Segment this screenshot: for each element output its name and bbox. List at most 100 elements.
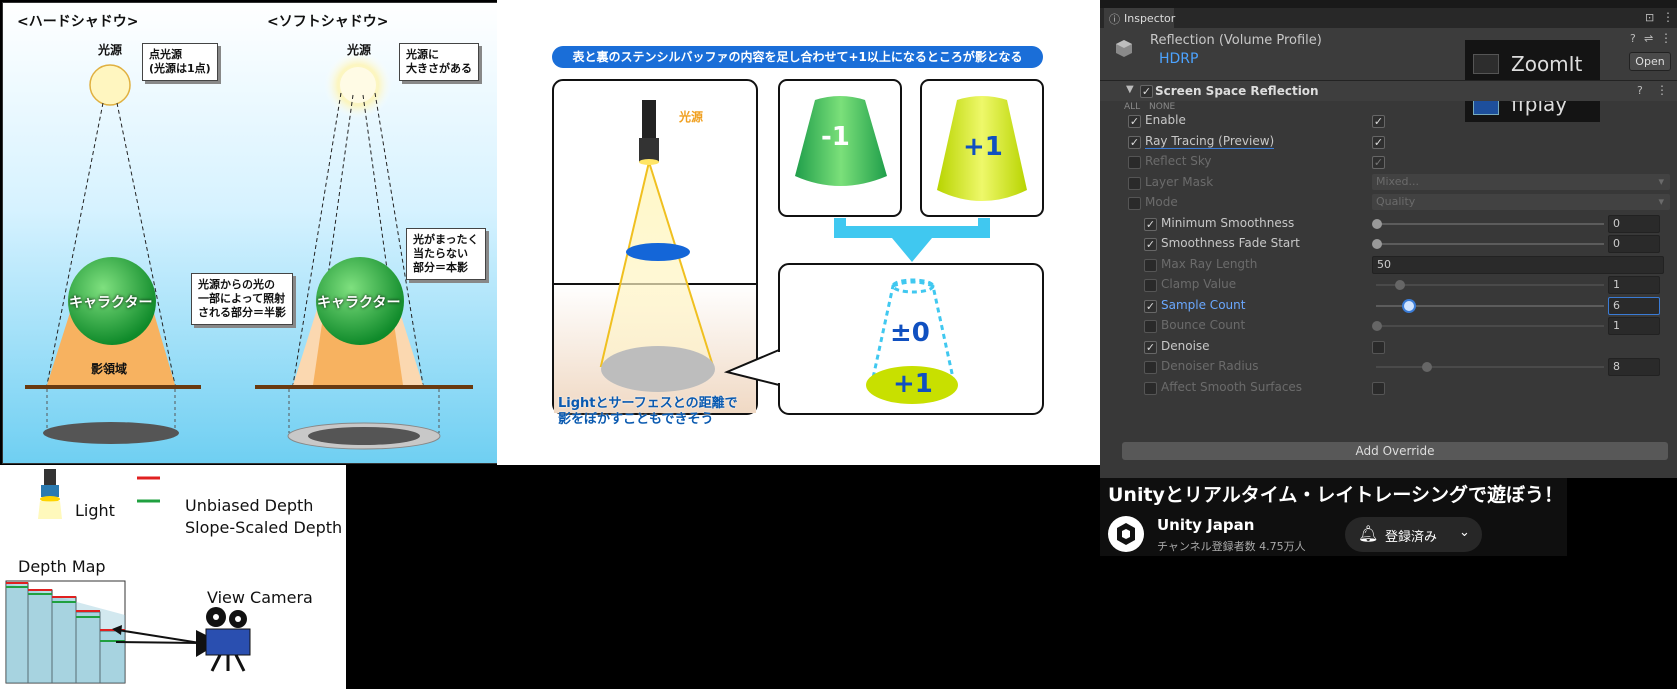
character-label-soft: キャラクター: [317, 295, 401, 311]
property-row: Denoiser Radius 8: [1100, 357, 1677, 377]
shadow-region-label: 影領域: [91, 362, 128, 376]
property-label: Affect Smooth Surfaces: [1161, 379, 1303, 394]
slider-knob[interactable]: [1372, 321, 1382, 331]
add-override-button[interactable]: Add Override: [1122, 442, 1668, 460]
value-dropdown[interactable]: Mixed... ▾: [1372, 173, 1670, 190]
property-row: Clamp Value 1: [1100, 275, 1677, 295]
slider-track[interactable]: [1376, 366, 1604, 368]
channel-avatar[interactable]: [1108, 516, 1144, 552]
slider-knob[interactable]: [1372, 218, 1382, 229]
dropdown-arrow-icon: ▾: [1658, 195, 1664, 208]
override-checkbox[interactable]: ✓: [1144, 217, 1157, 231]
preset-icon[interactable]: ⇌: [1644, 32, 1653, 45]
section-title: Screen Space Reflection: [1155, 84, 1319, 98]
property-row: ✓ Ray Tracing (Preview) ✓: [1100, 132, 1677, 152]
property-row: ✓ Smoothness Fade Start 0: [1100, 234, 1677, 254]
overlay-item-zoomit[interactable]: ZoomIt: [1511, 52, 1582, 76]
penumbra-callout: 光源からの光の 一部によって照射 される部分＝半影: [191, 273, 293, 325]
video-info: Unityとリアルタイム・レイトレーシングで遊ぼう！ Unity Japan チ…: [1100, 478, 1567, 556]
override-checkbox[interactable]: ✓: [1144, 238, 1157, 251]
open-button[interactable]: Open: [1629, 52, 1671, 71]
slider-track[interactable]: [1376, 325, 1604, 327]
section-help-icon[interactable]: ?: [1637, 84, 1643, 97]
override-checkbox[interactable]: [1128, 176, 1141, 190]
override-checkbox[interactable]: [1128, 156, 1141, 169]
kebab-menu-icon[interactable]: ⋮: [1662, 10, 1674, 24]
section-header[interactable]: ▼ ✓ Screen Space Reflection ? ⋮: [1100, 81, 1677, 101]
override-checkbox[interactable]: ✓: [1128, 115, 1141, 128]
section-enable-checkbox[interactable]: ✓: [1140, 85, 1153, 98]
zero-label: ±0: [890, 318, 930, 348]
stencil-caption: Lightとサーフェスとの距離で 影をぼかすこともできそう: [558, 396, 738, 427]
section-menu-icon[interactable]: ⋮: [1656, 83, 1668, 97]
override-checkbox[interactable]: [1144, 320, 1157, 333]
chevron-down-icon: ⌄: [1459, 525, 1470, 540]
hard-soft-shadow-diagram: <ハードシャドウ> <ソフトシャドウ> 光源 光源 点光源 (光源は1点) 光源…: [2, 2, 499, 464]
override-checkbox[interactable]: [1144, 361, 1157, 374]
property-label: Denoise: [1161, 338, 1210, 353]
slider-value-field[interactable]: 1: [1608, 276, 1660, 294]
view-camera-label: View Camera: [207, 588, 313, 607]
object-menu-icon[interactable]: ⋮: [1660, 31, 1672, 45]
property-row: Layer Mask Mixed... ▾: [1100, 173, 1677, 193]
override-checkbox[interactable]: ✓: [1144, 340, 1157, 354]
slider-value-field[interactable]: 1: [1608, 317, 1660, 335]
subscriber-count: チャンネル登録者数 4.75万人: [1157, 540, 1306, 553]
object-subtitle: HDRP: [1159, 51, 1199, 67]
value-checkbox[interactable]: [1372, 340, 1385, 354]
override-checkbox[interactable]: [1144, 279, 1157, 292]
override-checkbox[interactable]: [1128, 197, 1141, 210]
property-row: ✓ Enable ✓: [1100, 111, 1677, 131]
override-checkbox[interactable]: ✓: [1144, 299, 1157, 313]
channel-name[interactable]: Unity Japan: [1157, 516, 1254, 534]
zoomit-icon: [1473, 54, 1499, 74]
bell-icon: 🔔︎: [1358, 524, 1379, 543]
video-camera-icon: [196, 607, 251, 672]
override-checkbox[interactable]: ✓: [1128, 135, 1141, 149]
object-title: Reflection (Volume Profile): [1150, 33, 1322, 48]
property-row: Reflect Sky ✓: [1100, 152, 1677, 172]
override-checkbox[interactable]: [1144, 258, 1157, 272]
value-field[interactable]: 50: [1372, 255, 1664, 274]
value-checkbox[interactable]: ✓: [1372, 135, 1385, 149]
plus-one-label: +1: [963, 132, 1003, 162]
value-checkbox[interactable]: ✓: [1372, 156, 1385, 169]
value-checkbox[interactable]: [1372, 381, 1385, 395]
property-label: Sample Count: [1161, 297, 1246, 312]
slider-track[interactable]: [1376, 243, 1604, 245]
result-plus-one-label: +1: [893, 369, 933, 399]
lock-icon[interactable]: ⊡: [1645, 11, 1654, 24]
slider-knob[interactable]: [1394, 280, 1405, 290]
property-label: Reflect Sky: [1145, 154, 1212, 168]
value-checkbox[interactable]: ✓: [1372, 115, 1385, 128]
slider-knob[interactable]: [1372, 239, 1382, 249]
subscribed-button[interactable]: 🔔︎ 登録済み ⌄: [1345, 517, 1482, 552]
slider-track[interactable]: [1376, 284, 1604, 286]
property-label: Smoothness Fade Start: [1161, 236, 1300, 250]
property-row: Mode Quality ▾: [1100, 193, 1677, 213]
volume-profile-icon: [1114, 38, 1134, 58]
foldout-arrow-icon[interactable]: ▼: [1126, 84, 1134, 95]
help-icon[interactable]: ?: [1630, 32, 1636, 45]
property-label: Minimum Smoothness: [1161, 215, 1295, 230]
tab-inspector[interactable]: ⓘ Inspector: [1104, 8, 1176, 28]
dropdown-value: Quality: [1376, 195, 1416, 208]
property-row: Max Ray Length 50: [1100, 255, 1677, 275]
slider-track[interactable]: [1376, 222, 1604, 225]
slider-value-field[interactable]: 8: [1608, 358, 1660, 376]
property-label: Max Ray Length: [1161, 256, 1258, 271]
property-label: Clamp Value: [1161, 277, 1237, 291]
value-dropdown[interactable]: Quality ▾: [1372, 194, 1670, 210]
subscribed-label: 登録済み: [1385, 530, 1438, 545]
slider-knob[interactable]: [1422, 362, 1433, 372]
slider-knob[interactable]: [1403, 300, 1414, 311]
slider-value-field[interactable]: 0: [1608, 235, 1660, 253]
property-label: Denoiser Radius: [1161, 359, 1259, 373]
slider-value-field[interactable]: 6: [1608, 296, 1660, 315]
property-row: ✓ Sample Count 6: [1100, 296, 1677, 316]
minus-one-label: -1: [821, 122, 850, 152]
slider-value-field[interactable]: 0: [1608, 214, 1660, 233]
override-checkbox[interactable]: [1144, 381, 1157, 395]
property-row: ✓ Minimum Smoothness 0: [1100, 214, 1677, 234]
tab-inspector-label: Inspector: [1124, 12, 1176, 25]
